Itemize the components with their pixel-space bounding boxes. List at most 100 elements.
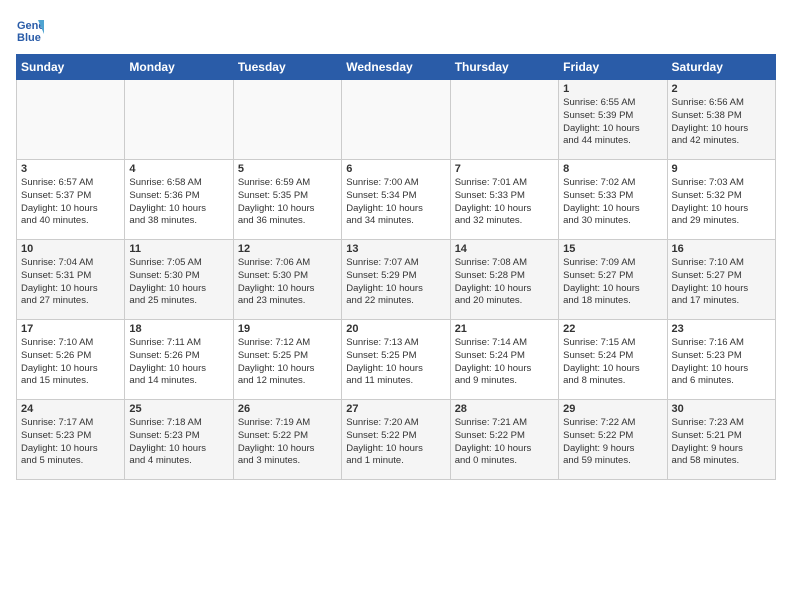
day-info: Sunrise: 7:13 AM Sunset: 5:25 PM Dayligh…: [346, 337, 445, 388]
calendar-cell: 27 Sunrise: 7:20 AM Sunset: 5:22 PM Dayli…: [342, 400, 450, 480]
calendar-cell: 23 Sunrise: 7:16 AM Sunset: 5:23 PM Dayli…: [667, 320, 775, 400]
calendar-cell: 28 Sunrise: 7:21 AM Sunset: 5:22 PM Dayli…: [450, 400, 558, 480]
day-number: 9: [672, 163, 771, 175]
calendar-cell: 2 Sunrise: 6:56 AM Sunset: 5:38 PM Daylig…: [667, 80, 775, 160]
day-info: Sunrise: 6:58 AM Sunset: 5:36 PM Dayligh…: [129, 177, 228, 228]
day-info: Sunrise: 7:17 AM Sunset: 5:23 PM Dayligh…: [21, 417, 120, 468]
day-number: 21: [455, 323, 554, 335]
day-info: Sunrise: 7:15 AM Sunset: 5:24 PM Dayligh…: [563, 337, 662, 388]
day-info: Sunrise: 6:57 AM Sunset: 5:37 PM Dayligh…: [21, 177, 120, 228]
calendar-cell: [233, 80, 341, 160]
day-info: Sunrise: 7:14 AM Sunset: 5:24 PM Dayligh…: [455, 337, 554, 388]
calendar-cell: 21 Sunrise: 7:14 AM Sunset: 5:24 PM Dayli…: [450, 320, 558, 400]
col-header-saturday: Saturday: [667, 55, 775, 80]
day-number: 11: [129, 243, 228, 255]
day-number: 19: [238, 323, 337, 335]
calendar-cell: 15 Sunrise: 7:09 AM Sunset: 5:27 PM Dayli…: [559, 240, 667, 320]
day-info: Sunrise: 7:16 AM Sunset: 5:23 PM Dayligh…: [672, 337, 771, 388]
day-info: Sunrise: 7:07 AM Sunset: 5:29 PM Dayligh…: [346, 257, 445, 308]
calendar-cell: 30 Sunrise: 7:23 AM Sunset: 5:21 PM Dayli…: [667, 400, 775, 480]
calendar-cell: 5 Sunrise: 6:59 AM Sunset: 5:35 PM Daylig…: [233, 160, 341, 240]
day-number: 3: [21, 163, 120, 175]
calendar-cell: 10 Sunrise: 7:04 AM Sunset: 5:31 PM Dayli…: [17, 240, 125, 320]
day-number: 24: [21, 403, 120, 415]
calendar-cell: [125, 80, 233, 160]
day-info: Sunrise: 7:22 AM Sunset: 5:22 PM Dayligh…: [563, 417, 662, 468]
day-number: 8: [563, 163, 662, 175]
day-info: Sunrise: 6:55 AM Sunset: 5:39 PM Dayligh…: [563, 97, 662, 148]
calendar-cell: 14 Sunrise: 7:08 AM Sunset: 5:28 PM Dayli…: [450, 240, 558, 320]
calendar-cell: 3 Sunrise: 6:57 AM Sunset: 5:37 PM Daylig…: [17, 160, 125, 240]
day-info: Sunrise: 7:18 AM Sunset: 5:23 PM Dayligh…: [129, 417, 228, 468]
day-info: Sunrise: 7:23 AM Sunset: 5:21 PM Dayligh…: [672, 417, 771, 468]
calendar-cell: 4 Sunrise: 6:58 AM Sunset: 5:36 PM Daylig…: [125, 160, 233, 240]
logo: General Blue: [16, 16, 48, 44]
day-number: 4: [129, 163, 228, 175]
calendar-cell: 19Sunrise: 7:12 AM Sunset: 5:25 PM Dayli…: [233, 320, 341, 400]
day-number: 30: [672, 403, 771, 415]
calendar-cell: 1 Sunrise: 6:55 AM Sunset: 5:39 PM Daylig…: [559, 80, 667, 160]
day-info: Sunrise: 7:03 AM Sunset: 5:32 PM Dayligh…: [672, 177, 771, 228]
col-header-thursday: Thursday: [450, 55, 558, 80]
day-info: Sunrise: 7:08 AM Sunset: 5:28 PM Dayligh…: [455, 257, 554, 308]
calendar-cell: 25 Sunrise: 7:18 AM Sunset: 5:23 PM Dayli…: [125, 400, 233, 480]
day-number: 22: [563, 323, 662, 335]
calendar-cell: 7 Sunrise: 7:01 AM Sunset: 5:33 PM Daylig…: [450, 160, 558, 240]
day-info: Sunrise: 6:59 AM Sunset: 5:35 PM Dayligh…: [238, 177, 337, 228]
calendar-cell: 20 Sunrise: 7:13 AM Sunset: 5:25 PM Dayli…: [342, 320, 450, 400]
col-header-sunday: Sunday: [17, 55, 125, 80]
day-number: 29: [563, 403, 662, 415]
day-number: 10: [21, 243, 120, 255]
svg-text:Blue: Blue: [17, 32, 41, 44]
calendar-cell: [17, 80, 125, 160]
col-header-tuesday: Tuesday: [233, 55, 341, 80]
calendar-cell: 18 Sunrise: 7:11 AM Sunset: 5:26 PM Dayli…: [125, 320, 233, 400]
calendar-cell: 6 Sunrise: 7:00 AM Sunset: 5:34 PM Daylig…: [342, 160, 450, 240]
calendar-cell: 11Sunrise: 7:05 AM Sunset: 5:30 PM Dayli…: [125, 240, 233, 320]
calendar-cell: 26Sunrise: 7:19 AM Sunset: 5:22 PM Dayli…: [233, 400, 341, 480]
day-number: 18: [129, 323, 228, 335]
day-info: Sunrise: 7:04 AM Sunset: 5:31 PM Dayligh…: [21, 257, 120, 308]
calendar-cell: 29 Sunrise: 7:22 AM Sunset: 5:22 PM Dayli…: [559, 400, 667, 480]
day-info: Sunrise: 7:00 AM Sunset: 5:34 PM Dayligh…: [346, 177, 445, 228]
calendar-cell: 9 Sunrise: 7:03 AM Sunset: 5:32 PM Daylig…: [667, 160, 775, 240]
day-number: 2: [672, 83, 771, 95]
day-number: 25: [129, 403, 228, 415]
day-number: 6: [346, 163, 445, 175]
day-number: 12: [238, 243, 337, 255]
day-info: Sunrise: 7:09 AM Sunset: 5:27 PM Dayligh…: [563, 257, 662, 308]
calendar-cell: 8 Sunrise: 7:02 AM Sunset: 5:33 PM Daylig…: [559, 160, 667, 240]
day-number: 20: [346, 323, 445, 335]
day-info: Sunrise: 7:20 AM Sunset: 5:22 PM Dayligh…: [346, 417, 445, 468]
calendar-table: SundayMondayTuesdayWednesdayThursdayFrid…: [16, 54, 776, 480]
calendar-cell: [450, 80, 558, 160]
calendar-cell: [342, 80, 450, 160]
day-number: 15: [563, 243, 662, 255]
day-number: 1: [563, 83, 662, 95]
day-number: 26: [238, 403, 337, 415]
day-number: 28: [455, 403, 554, 415]
day-info: Sunrise: 6:56 AM Sunset: 5:38 PM Dayligh…: [672, 97, 771, 148]
calendar-cell: 22 Sunrise: 7:15 AM Sunset: 5:24 PM Dayli…: [559, 320, 667, 400]
day-number: 14: [455, 243, 554, 255]
day-info: Sunrise: 7:10 AM Sunset: 5:27 PM Dayligh…: [672, 257, 771, 308]
day-info: Sunrise: 7:06 AM Sunset: 5:30 PM Dayligh…: [238, 257, 337, 308]
col-header-monday: Monday: [125, 55, 233, 80]
calendar-cell: 24 Sunrise: 7:17 AM Sunset: 5:23 PM Dayli…: [17, 400, 125, 480]
day-number: 23: [672, 323, 771, 335]
day-info: Sunrise: 7:21 AM Sunset: 5:22 PM Dayligh…: [455, 417, 554, 468]
day-info: Sunrise: 7:01 AM Sunset: 5:33 PM Dayligh…: [455, 177, 554, 228]
col-header-friday: Friday: [559, 55, 667, 80]
calendar-cell: 13Sunrise: 7:07 AM Sunset: 5:29 PM Dayli…: [342, 240, 450, 320]
day-info: Sunrise: 7:11 AM Sunset: 5:26 PM Dayligh…: [129, 337, 228, 388]
day-number: 16: [672, 243, 771, 255]
day-number: 27: [346, 403, 445, 415]
day-info: Sunrise: 7:02 AM Sunset: 5:33 PM Dayligh…: [563, 177, 662, 228]
day-number: 5: [238, 163, 337, 175]
day-number: 7: [455, 163, 554, 175]
day-number: 17: [21, 323, 120, 335]
day-info: Sunrise: 7:10 AM Sunset: 5:26 PM Dayligh…: [21, 337, 120, 388]
calendar-cell: 17 Sunrise: 7:10 AM Sunset: 5:26 PM Dayli…: [17, 320, 125, 400]
calendar-cell: 12 Sunrise: 7:06 AM Sunset: 5:30 PM Dayli…: [233, 240, 341, 320]
col-header-wednesday: Wednesday: [342, 55, 450, 80]
